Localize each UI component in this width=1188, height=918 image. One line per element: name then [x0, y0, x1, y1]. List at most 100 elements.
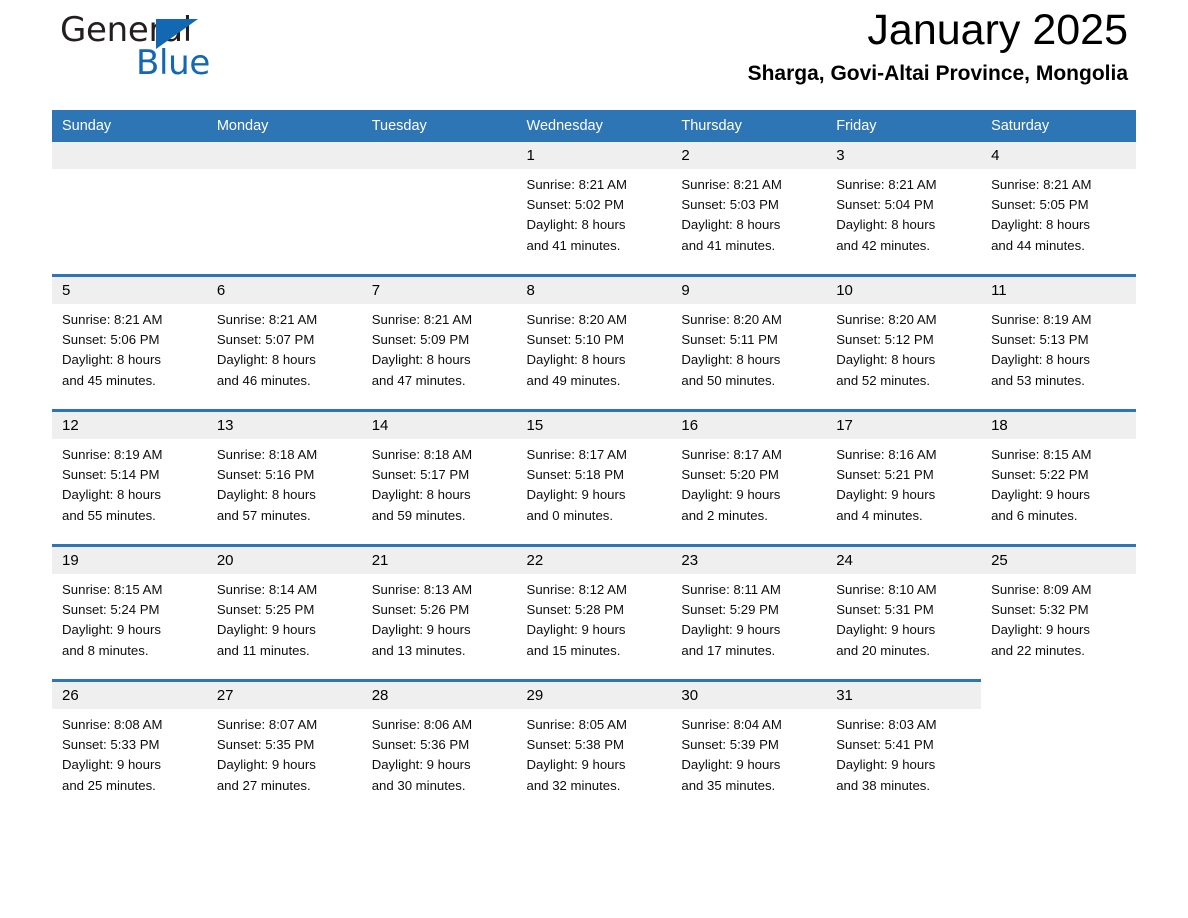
- calendar-day-number: 30: [681, 687, 699, 704]
- weekday-header-saturday: Saturday: [981, 110, 1136, 142]
- daylight-text: Daylight: 8 hours: [216, 487, 316, 503]
- calendar-day-cell[interactable]: 19 Sunrise: 8:15 AM Sunset: 5:24 PM Dayligh…: [52, 544, 207, 681]
- calendar-day-details: Sunrise: 8:17 AM Sunset: 5:20 PM Daylight:…: [671, 439, 826, 526]
- calendar-day-number: 2: [681, 147, 690, 164]
- sunrise-text: Sunrise: 8:14 AM: [216, 582, 318, 597]
- calendar-day-cell[interactable]: 5 Sunrise: 8:21 AM Sunset: 5:06 PM Daylight…: [52, 274, 207, 411]
- calendar-day-details: Sunrise: 8:04 AM Sunset: 5:39 PM Daylight:…: [671, 709, 826, 796]
- calendar-empty-daynum-strip: [206, 142, 362, 169]
- calendar-day-details: Sunrise: 8:16 AM Sunset: 5:21 PM Daylight:…: [826, 439, 981, 526]
- sunrise-text: Sunrise: 8:09 AM: [991, 582, 1092, 597]
- calendar-day-cell[interactable]: 3 Sunrise: 8:21 AM Sunset: 5:04 PM Daylight…: [826, 142, 982, 276]
- calendar-day-number: 13: [216, 417, 234, 434]
- calendar-day-cell[interactable]: 6 Sunrise: 8:21 AM Sunset: 5:07 PM Daylight…: [206, 274, 362, 411]
- calendar-day-cell[interactable]: 11 Sunrise: 8:19 AM Sunset: 5:13 PM Dayligh…: [981, 274, 1136, 411]
- daylight-text: Daylight: 8 hours: [681, 352, 781, 368]
- calendar-day-cell[interactable]: 7 Sunrise: 8:21 AM Sunset: 5:09 PM Daylight…: [361, 274, 517, 411]
- calendar-daynum-strip: 25: [981, 547, 1136, 574]
- daylight-text: Daylight: 8 hours: [526, 352, 626, 368]
- sunrise-text: Sunrise: 8:20 AM: [681, 312, 782, 327]
- sunrise-text: Sunrise: 8:21 AM: [991, 177, 1092, 192]
- daylight-text-cont: and 45 minutes.: [62, 372, 156, 388]
- calendar-day-cell[interactable]: 17 Sunrise: 8:16 AM Sunset: 5:21 PM Dayligh…: [826, 409, 982, 546]
- daylight-text-cont: and 2 minutes.: [681, 507, 768, 523]
- calendar-day-details: Sunrise: 8:21 AM Sunset: 5:09 PM Daylight:…: [362, 304, 517, 391]
- daylight-text-cont: and 8 minutes.: [62, 642, 149, 658]
- calendar-daynum-strip: 28: [361, 682, 517, 709]
- calendar-day-cell[interactable]: 13 Sunrise: 8:18 AM Sunset: 5:16 PM Dayligh…: [206, 409, 362, 546]
- daylight-text-cont: and 41 minutes.: [526, 237, 621, 253]
- general-blue-logo[interactable]: General Blue: [60, 10, 260, 90]
- calendar-day-number: 6: [216, 282, 226, 299]
- calendar-day-details: Sunrise: 8:19 AM Sunset: 5:14 PM Daylight:…: [52, 439, 207, 526]
- calendar-day-cell[interactable]: 30 Sunrise: 8:04 AM Sunset: 5:39 PM Dayligh…: [671, 679, 827, 814]
- calendar-day-cell[interactable]: 2 Sunrise: 8:21 AM Sunset: 5:03 PM Daylight…: [671, 142, 827, 276]
- calendar-day-cell[interactable]: 28 Sunrise: 8:06 AM Sunset: 5:36 PM Dayligh…: [361, 679, 517, 814]
- calendar-day-details: Sunrise: 8:20 AM Sunset: 5:11 PM Daylight:…: [671, 304, 826, 391]
- calendar-day-details: Sunrise: 8:15 AM Sunset: 5:24 PM Daylight:…: [52, 574, 207, 661]
- calendar-daynum-strip: 18: [981, 412, 1136, 439]
- calendar-day-cell[interactable]: 10 Sunrise: 8:20 AM Sunset: 5:12 PM Dayligh…: [826, 274, 982, 411]
- calendar-day-cell[interactable]: 23 Sunrise: 8:11 AM Sunset: 5:29 PM Dayligh…: [671, 544, 827, 681]
- calendar-day-details: Sunrise: 8:11 AM Sunset: 5:29 PM Daylight:…: [671, 574, 826, 661]
- daylight-text: Daylight: 9 hours: [991, 487, 1091, 503]
- calendar-day-details: Sunrise: 8:14 AM Sunset: 5:25 PM Daylight:…: [207, 574, 362, 661]
- calendar-daynum-strip: 23: [671, 547, 827, 574]
- sunrise-text: Sunrise: 8:21 AM: [371, 312, 473, 327]
- calendar-empty-cell: [52, 142, 207, 276]
- calendar-day-cell[interactable]: 25 Sunrise: 8:09 AM Sunset: 5:32 PM Dayligh…: [981, 544, 1136, 681]
- calendar-day-cell[interactable]: 15 Sunrise: 8:17 AM Sunset: 5:18 PM Dayligh…: [516, 409, 672, 546]
- daylight-text-cont: and 25 minutes.: [62, 777, 156, 793]
- calendar-day-cell[interactable]: 1 Sunrise: 8:21 AM Sunset: 5:02 PM Daylight…: [516, 142, 672, 276]
- daylight-text-cont: and 11 minutes.: [216, 642, 310, 658]
- calendar-day-cell[interactable]: 16 Sunrise: 8:17 AM Sunset: 5:20 PM Dayligh…: [671, 409, 827, 546]
- sunset-text: Sunset: 5:11 PM: [681, 332, 778, 348]
- calendar-day-cell[interactable]: 29 Sunrise: 8:05 AM Sunset: 5:38 PM Dayligh…: [516, 679, 672, 814]
- calendar-day-cell[interactable]: 27 Sunrise: 8:07 AM Sunset: 5:35 PM Dayligh…: [206, 679, 362, 814]
- calendar-day-cell[interactable]: 18 Sunrise: 8:15 AM Sunset: 5:22 PM Dayligh…: [981, 409, 1136, 546]
- calendar-daynum-strip: 5: [52, 277, 207, 304]
- daylight-text: Daylight: 9 hours: [526, 622, 626, 638]
- daylight-text: Daylight: 8 hours: [62, 487, 161, 503]
- weekday-header-tuesday: Tuesday: [361, 110, 517, 142]
- sunrise-text: Sunrise: 8:18 AM: [371, 447, 473, 462]
- daylight-text-cont: and 13 minutes.: [371, 642, 466, 658]
- calendar-day-number: 4: [991, 147, 1000, 164]
- calendar-day-cell[interactable]: 12 Sunrise: 8:19 AM Sunset: 5:14 PM Dayligh…: [52, 409, 207, 546]
- calendar-daynum-strip: 3: [826, 142, 982, 169]
- calendar-day-cell[interactable]: 26 Sunrise: 8:08 AM Sunset: 5:33 PM Dayligh…: [52, 679, 207, 814]
- daylight-text: Daylight: 8 hours: [216, 352, 316, 368]
- calendar-day-cell[interactable]: 9 Sunrise: 8:20 AM Sunset: 5:11 PM Daylight…: [671, 274, 827, 411]
- sunrise-text: Sunrise: 8:05 AM: [526, 717, 627, 732]
- sunrise-text: Sunrise: 8:21 AM: [836, 177, 937, 192]
- calendar-day-cell[interactable]: 4 Sunrise: 8:21 AM Sunset: 5:05 PM Daylight…: [981, 142, 1136, 276]
- daylight-text: Daylight: 8 hours: [681, 217, 781, 233]
- calendar-day-cell[interactable]: 14 Sunrise: 8:18 AM Sunset: 5:17 PM Dayligh…: [361, 409, 517, 546]
- calendar-day-cell[interactable]: 31 Sunrise: 8:03 AM Sunset: 5:41 PM Dayligh…: [826, 679, 982, 814]
- calendar-day-cell[interactable]: 21 Sunrise: 8:13 AM Sunset: 5:26 PM Dayligh…: [361, 544, 517, 681]
- calendar-daynum-strip: 15: [516, 412, 672, 439]
- daylight-text-cont: and 17 minutes.: [681, 642, 776, 658]
- calendar-daynum-strip: 6: [206, 277, 362, 304]
- sunset-text: Sunset: 5:33 PM: [62, 737, 160, 753]
- daylight-text: Daylight: 9 hours: [62, 622, 161, 638]
- calendar-day-number: 28: [371, 687, 389, 704]
- daylight-text: Daylight: 9 hours: [371, 622, 471, 638]
- calendar-daynum-strip: 19: [52, 547, 207, 574]
- calendar-day-cell[interactable]: 22 Sunrise: 8:12 AM Sunset: 5:28 PM Dayligh…: [516, 544, 672, 681]
- daylight-text: Daylight: 9 hours: [216, 622, 316, 638]
- sunrise-text: Sunrise: 8:21 AM: [216, 312, 318, 327]
- calendar-day-cell[interactable]: 20 Sunrise: 8:14 AM Sunset: 5:25 PM Dayligh…: [206, 544, 362, 681]
- calendar-day-cell[interactable]: 24 Sunrise: 8:10 AM Sunset: 5:31 PM Dayligh…: [826, 544, 982, 681]
- calendar-day-details: Sunrise: 8:21 AM Sunset: 5:07 PM Daylight:…: [207, 304, 362, 391]
- calendar-daynum-strip: 22: [516, 547, 672, 574]
- calendar-day-number: 16: [681, 417, 699, 434]
- sunrise-text: Sunrise: 8:20 AM: [526, 312, 627, 327]
- sunrise-text: Sunrise: 8:19 AM: [62, 447, 163, 462]
- sunset-text: Sunset: 5:05 PM: [991, 197, 1089, 213]
- calendar-daynum-strip: 13: [206, 412, 362, 439]
- sunset-text: Sunset: 5:22 PM: [991, 467, 1089, 483]
- sunset-text: Sunset: 5:24 PM: [62, 602, 160, 618]
- calendar-day-cell[interactable]: 8 Sunrise: 8:20 AM Sunset: 5:10 PM Daylight…: [516, 274, 672, 411]
- sunrise-text: Sunrise: 8:19 AM: [991, 312, 1092, 327]
